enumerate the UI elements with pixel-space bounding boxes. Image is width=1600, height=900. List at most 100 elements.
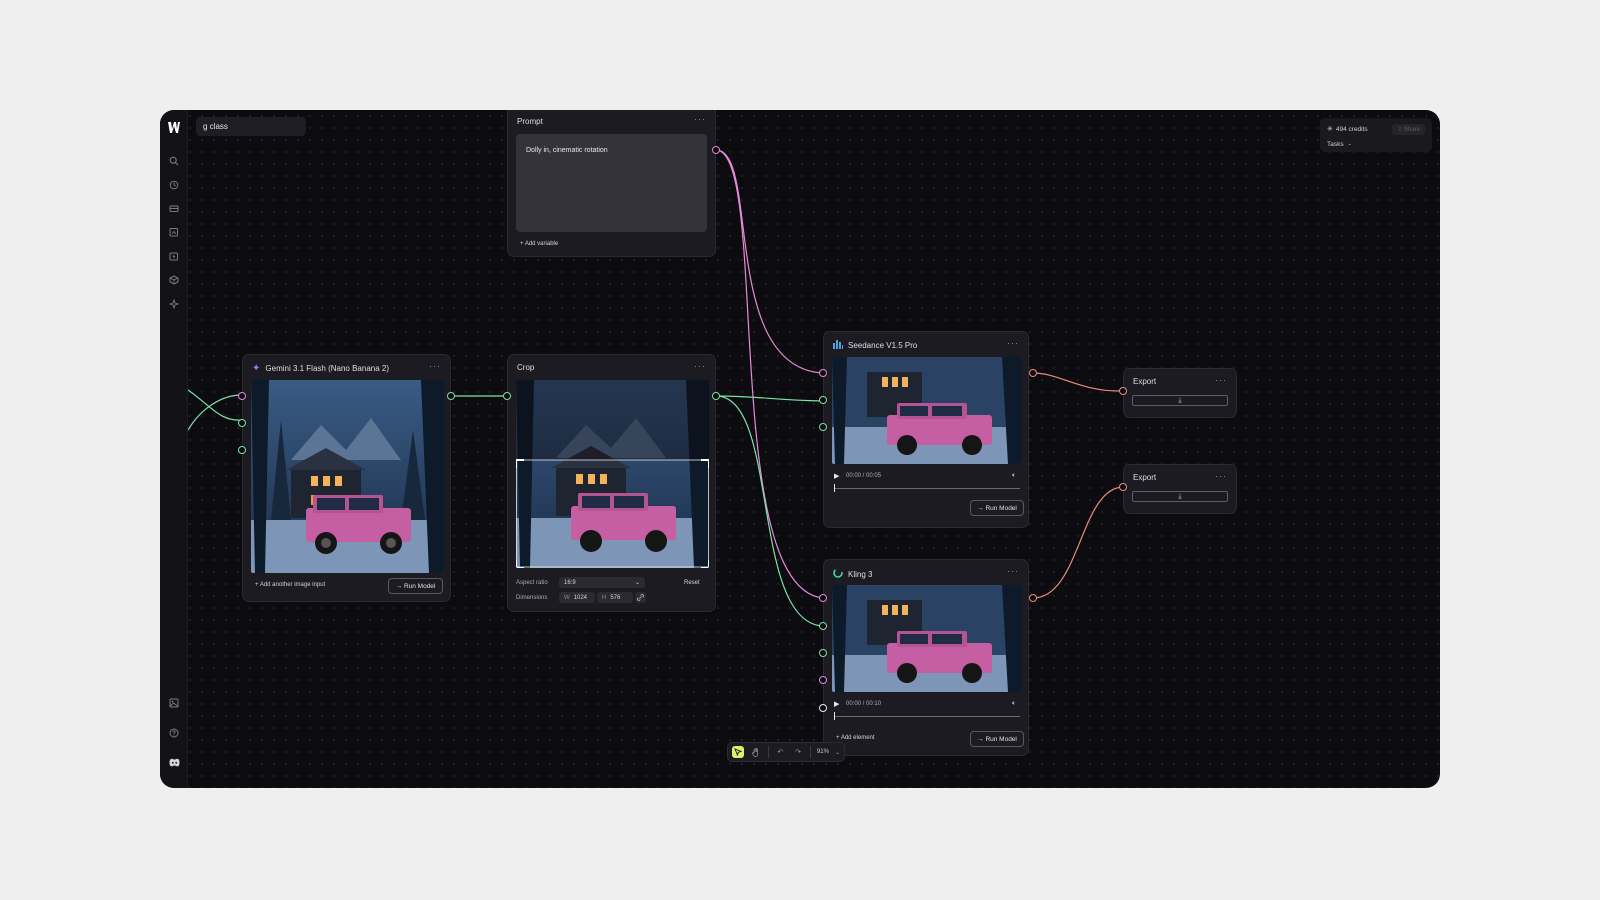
gemini-output-image[interactable] [251, 380, 444, 573]
crop-node-menu-icon[interactable]: ··· [694, 361, 706, 371]
tasks-dropdown[interactable]: Tasks ⌄ [1327, 138, 1425, 150]
gemini-input-port-1[interactable] [238, 392, 246, 400]
prompt-node-menu-icon[interactable]: ··· [694, 114, 706, 124]
seedance-output-port[interactable] [1029, 369, 1037, 377]
crop-node[interactable]: Crop ··· Aspect ratio 16:9 ⌄ Reset Dimen… [507, 354, 716, 612]
kling-progress-bar[interactable] [834, 716, 1020, 717]
project-name-field[interactable]: g class [196, 117, 306, 136]
download-icon: ⤓ [1178, 396, 1182, 404]
export-node-2[interactable]: Export ··· ⤓ [1123, 464, 1237, 514]
edge-seedance-export1 [1032, 372, 1124, 392]
workflow-app: g class ✳ 494 credits ⇪ Share Tasks ⌄ Pr… [160, 110, 1440, 788]
export-node-2-menu-icon[interactable]: ··· [1215, 471, 1227, 481]
seedance-volume-icon[interactable]: 🔈︎ [1012, 472, 1016, 480]
video-add-icon[interactable] [167, 249, 181, 263]
width-label: W [564, 594, 570, 601]
kling-progress-handle[interactable] [834, 712, 835, 720]
export-node-1-title: Export [1133, 377, 1157, 386]
seedance-progress-bar[interactable] [834, 488, 1020, 489]
app-logo-icon[interactable] [168, 122, 182, 134]
kling-input-port-2[interactable] [819, 622, 827, 630]
gemini-node[interactable]: ✦ Gemini 3.1 Flash (Nano Banana 2) ··· +… [242, 354, 451, 602]
crop-output-port[interactable] [712, 392, 720, 400]
add-element-button[interactable]: + Add element [836, 735, 875, 741]
seedance-run-label: Run Model [985, 504, 1017, 512]
export-2-download-button[interactable]: ⤓ [1132, 491, 1228, 502]
edge-kling-export2 [1032, 486, 1124, 599]
seedance-play-icon[interactable]: ▶ [834, 472, 839, 480]
dimensions-label: Dimensions [516, 595, 548, 601]
gemini-output-port[interactable] [447, 392, 455, 400]
height-input[interactable]: H 576 [597, 592, 633, 603]
image-edit-icon[interactable] [167, 225, 181, 239]
seedance-input-port-1[interactable] [819, 369, 827, 377]
arrow-right-icon: → [395, 582, 404, 590]
toolbox-icon[interactable] [167, 201, 181, 215]
redo-icon[interactable]: ↷ [792, 746, 804, 758]
kling-play-icon[interactable]: ▶ [834, 700, 839, 708]
kling-run-button[interactable]: → Run Model [970, 731, 1024, 747]
kling-input-port-3[interactable] [819, 649, 827, 657]
seedance-video-preview[interactable] [832, 357, 1022, 464]
discord-icon[interactable] [167, 755, 181, 769]
kling-video-preview[interactable] [832, 585, 1022, 692]
kling-time: 00:00 / 00:10 [846, 701, 882, 707]
link-dimensions-icon[interactable] [635, 592, 646, 603]
kling-output-port[interactable] [1029, 594, 1037, 602]
share-icon: ⇪ [1397, 126, 1404, 133]
prompt-node[interactable]: Prompt ··· Dolly in, cinematic rotation … [507, 110, 716, 257]
seedance-node-title: Seedance V1.5 Pro [848, 341, 918, 350]
kling-node-menu-icon[interactable]: ··· [1007, 566, 1019, 576]
height-label: H [602, 594, 607, 601]
kling-input-port-1[interactable] [819, 594, 827, 602]
search-icon[interactable] [167, 154, 181, 168]
help-icon[interactable] [167, 726, 181, 740]
kling-input-port-4[interactable] [819, 676, 827, 684]
history-icon[interactable] [167, 178, 181, 192]
seedance-progress-handle[interactable] [834, 484, 835, 492]
seedance-run-button[interactable]: → Run Model [970, 500, 1024, 516]
prompt-output-port[interactable] [712, 146, 720, 154]
gemini-run-button[interactable]: → Run Model [388, 578, 443, 594]
gemini-input-port-2[interactable] [238, 419, 246, 427]
seedance-input-port-3[interactable] [819, 423, 827, 431]
export-node-1-menu-icon[interactable]: ··· [1215, 375, 1227, 385]
export-2-input-port[interactable] [1119, 483, 1127, 491]
edge-left-in-2 [187, 394, 243, 431]
crop-reset-button[interactable]: Reset [684, 580, 700, 586]
width-value: 1024 [573, 594, 588, 601]
kling-node[interactable]: Kling 3 ··· ▶ 00:00 / 00:10 🔈︎ + Add ele… [823, 559, 1029, 756]
sparkle-icon: ✦ [252, 363, 261, 374]
add-variable-button[interactable]: + Add variable [520, 241, 558, 247]
tasks-label: Tasks [1327, 140, 1344, 148]
seedance-node-menu-icon[interactable]: ··· [1007, 338, 1019, 348]
sparkle-tools-icon[interactable] [167, 297, 181, 311]
gemini-node-menu-icon[interactable]: ··· [429, 361, 441, 371]
edge-prompt-seedance [715, 149, 824, 374]
gemini-input-port-3[interactable] [238, 446, 246, 454]
kling-volume-icon[interactable]: 🔈︎ [1012, 700, 1016, 708]
gallery-icon[interactable] [167, 696, 181, 710]
aspect-ratio-select[interactable]: 16:9 ⌄ [559, 577, 645, 588]
crop-preview-image[interactable] [516, 380, 709, 568]
kling-input-port-5[interactable] [819, 704, 827, 712]
undo-icon[interactable]: ↶ [774, 746, 786, 758]
export-1-input-port[interactable] [1119, 387, 1127, 395]
seedance-input-port-2[interactable] [819, 396, 827, 404]
width-input[interactable]: W 1024 [559, 592, 595, 603]
bar-chart-icon [833, 340, 843, 351]
seedance-node[interactable]: Seedance V1.5 Pro ··· ▶ 00:00 / 00:05 🔈︎… [823, 331, 1029, 528]
edge-left-in-1 [187, 389, 243, 421]
pan-hand-icon[interactable] [750, 746, 762, 758]
share-button[interactable]: ⇪ Share [1392, 123, 1425, 135]
select-cursor-icon[interactable] [732, 746, 744, 758]
export-1-download-button[interactable]: ⤓ [1132, 395, 1228, 406]
share-label: Share [1403, 126, 1420, 133]
crop-input-port[interactable] [503, 392, 511, 400]
export-node-1[interactable]: Export ··· ⤓ [1123, 368, 1237, 418]
zoom-chevron-down-icon[interactable]: ⌄ [835, 749, 840, 756]
add-image-input-button[interactable]: + Add another image input [255, 582, 325, 588]
prompt-textarea[interactable]: Dolly in, cinematic rotation [516, 134, 707, 232]
zoom-level[interactable]: 91% [817, 749, 829, 755]
model-cube-icon[interactable] [167, 273, 181, 287]
